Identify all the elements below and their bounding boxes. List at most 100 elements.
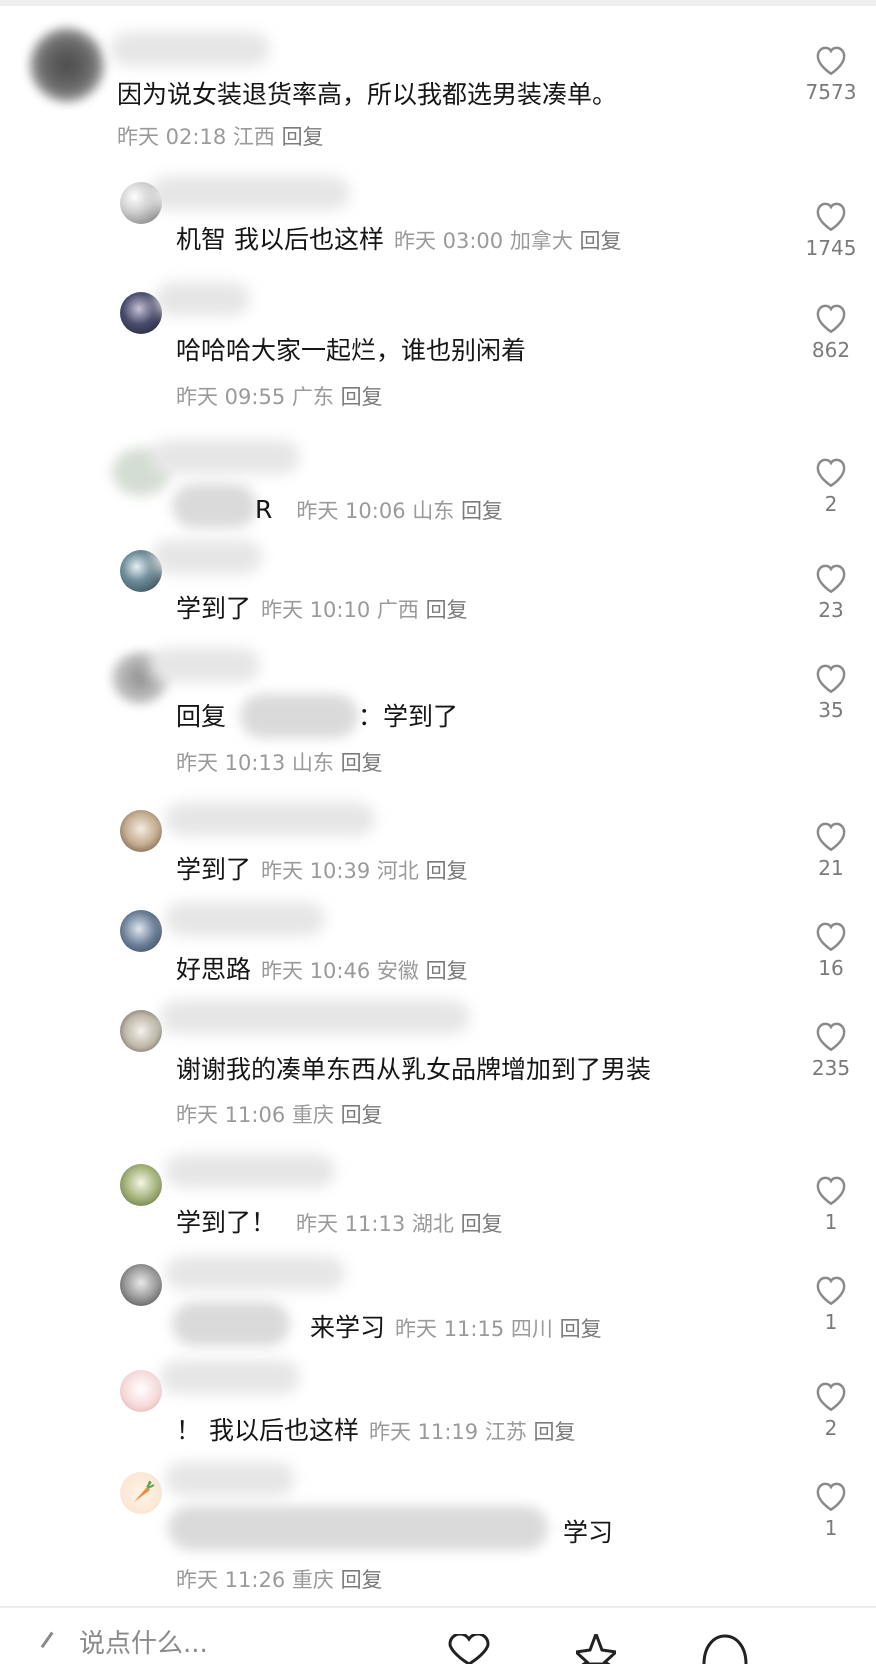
comment-input-placeholder: 说点什么... — [79, 1629, 208, 1659]
mention-redacted[interactable] — [172, 484, 257, 528]
comment-time-location: 昨天 10:39 河北 — [261, 859, 419, 883]
mention-redacted[interactable] — [240, 694, 358, 738]
comment-time-location: 昨天 10:10 广西 — [261, 598, 419, 622]
avatar[interactable] — [30, 28, 104, 102]
username-redacted[interactable] — [165, 802, 375, 836]
reply-button[interactable]: 回复 — [341, 385, 383, 409]
username-redacted[interactable] — [165, 1256, 345, 1290]
like-count: 35 — [818, 698, 844, 722]
like-count: 1745 — [805, 236, 857, 260]
avatar[interactable] — [120, 1010, 162, 1052]
username-redacted[interactable] — [160, 1360, 300, 1394]
like-button[interactable]: 2 — [796, 1378, 866, 1440]
comment-meta: 昨天 09:55 广东 回复 — [176, 382, 383, 412]
avatar[interactable] — [120, 1472, 162, 1514]
reply-button[interactable]: 回复 — [426, 959, 468, 983]
comment-text: 学到了 昨天 10:39 河北 回复 — [176, 855, 468, 884]
comment-text: 谢谢我的凑单东西从乳女品牌增加到了男装 — [176, 1055, 652, 1084]
comment-text: R 昨天 10:06 山东 回复 — [255, 495, 503, 524]
comment-time-location: 昨天 02:18 江西 — [117, 125, 275, 149]
bottom-action-bar: 说点什么... — [0, 1608, 876, 1664]
avatar[interactable] — [120, 910, 162, 952]
heart-icon — [816, 46, 846, 76]
comment-meta: 昨天 11:26 重庆 回复 — [176, 1565, 383, 1595]
username-redacted[interactable] — [155, 282, 250, 316]
like-button[interactable]: 1 — [796, 1172, 866, 1234]
comment-text: ！ 我以后也这样 昨天 11:19 江苏 回复 — [176, 1416, 576, 1445]
reply-button[interactable]: 回复 — [341, 1568, 383, 1592]
collect-icon[interactable] — [576, 1634, 616, 1664]
comment-time-location: 昨天 10:46 安徽 — [261, 959, 419, 983]
like-button[interactable]: 35 — [796, 660, 866, 722]
like-button[interactable]: 2 — [796, 454, 866, 516]
heart-icon — [816, 304, 846, 334]
username-redacted[interactable] — [160, 1000, 470, 1034]
mention-redacted[interactable] — [172, 1302, 290, 1346]
comment-text: 来学习 昨天 11:15 四川 回复 — [310, 1313, 602, 1342]
comment-time-location: 昨天 10:13 山东 — [176, 751, 334, 775]
heart-icon — [816, 664, 846, 694]
comment-meta: 昨天 10:13 山东 回复 — [176, 748, 383, 778]
like-button[interactable]: 235 — [796, 1018, 866, 1080]
comment-time-location: 昨天 11:19 江苏 — [368, 1420, 527, 1444]
username-redacted[interactable] — [165, 1462, 295, 1496]
reply-button[interactable]: 回复 — [461, 499, 503, 523]
like-button[interactable]: 862 — [796, 300, 866, 362]
comment-time-location: 昨天 10:06 山东 — [296, 499, 455, 523]
like-count: 23 — [818, 598, 844, 622]
reply-prefix: 回复 — [176, 702, 227, 731]
heart-icon — [816, 1276, 846, 1306]
heart-icon — [816, 564, 846, 594]
username-redacted[interactable] — [110, 32, 270, 66]
comment-text: 学到了 昨天 10:10 广西 回复 — [176, 594, 468, 623]
heart-icon — [816, 458, 846, 488]
username-redacted[interactable] — [165, 1154, 335, 1188]
comment-time-location: 昨天 03:00 加拿大 — [393, 229, 573, 253]
like-button[interactable]: 23 — [796, 560, 866, 622]
like-button[interactable]: 1 — [796, 1272, 866, 1334]
username-redacted[interactable] — [150, 176, 350, 210]
reply-button[interactable]: 回复 — [282, 125, 324, 149]
like-button[interactable]: 21 — [796, 818, 866, 880]
like-button[interactable]: 1 — [796, 1478, 866, 1540]
comment-text: 好思路 昨天 10:46 安徽 回复 — [176, 955, 468, 984]
avatar[interactable] — [120, 810, 162, 852]
reply-button[interactable]: 回复 — [560, 1317, 602, 1341]
like-button[interactable]: 1745 — [796, 198, 866, 260]
heart-icon[interactable] — [446, 1634, 492, 1664]
comment-text: 回复 — [176, 700, 226, 734]
heart-icon — [816, 922, 846, 952]
comment-text: 学到了！ 昨天 11:13 湖北 回复 — [176, 1208, 503, 1237]
like-button[interactable]: 7573 — [796, 42, 866, 104]
reply-button[interactable]: 回复 — [341, 1103, 383, 1127]
username-redacted[interactable] — [152, 540, 262, 574]
username-redacted[interactable] — [165, 902, 325, 936]
like-count: 1 — [824, 1516, 838, 1540]
reply-button[interactable]: 回复 — [580, 229, 622, 253]
avatar[interactable] — [120, 1164, 162, 1206]
reply-button[interactable]: 回复 — [534, 1420, 576, 1444]
avatar[interactable] — [120, 1264, 162, 1306]
reply-button[interactable]: 回复 — [341, 751, 383, 775]
comment-input[interactable]: 说点什么... — [40, 1624, 374, 1660]
reply-button[interactable]: 回复 — [426, 598, 468, 622]
heart-icon — [816, 822, 846, 852]
username-redacted[interactable] — [150, 440, 300, 474]
heart-icon — [816, 1482, 846, 1512]
chat-bubble-icon[interactable] — [700, 1634, 750, 1664]
top-edge — [0, 0, 876, 6]
mention-redacted[interactable] — [168, 1506, 548, 1550]
like-count: 2 — [824, 1416, 838, 1440]
like-count: 7573 — [805, 80, 857, 104]
like-count: 862 — [811, 338, 851, 362]
like-button[interactable]: 16 — [796, 918, 866, 980]
reply-button[interactable]: 回复 — [426, 859, 468, 883]
comment-time-location: 昨天 11:06 重庆 — [176, 1103, 334, 1127]
heart-icon — [816, 1382, 846, 1412]
avatar[interactable] — [120, 1370, 162, 1412]
comment-text: 机智 我以后也这样 昨天 03:00 加拿大 回复 — [176, 225, 622, 254]
username-redacted[interactable] — [150, 648, 260, 682]
reply-button[interactable]: 回复 — [461, 1212, 503, 1236]
like-count: 2 — [824, 492, 838, 516]
comment-text: 哈哈哈大家一起烂，谁也别闲着 — [176, 336, 527, 365]
